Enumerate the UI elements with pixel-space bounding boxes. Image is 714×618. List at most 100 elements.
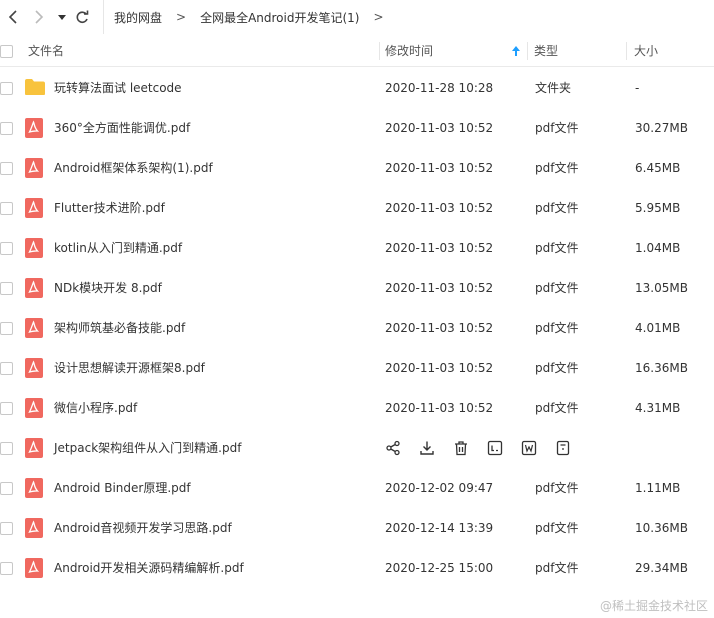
pdf-file-icon xyxy=(24,438,44,458)
modified-time: 2020-11-03 10:52 xyxy=(385,241,494,255)
file-type: pdf文件 xyxy=(535,281,579,295)
table-row[interactable]: Android框架体系架构(1).pdf 2020-11-03 10:52 pdf文… xyxy=(0,148,714,188)
column-header-modified[interactable]: 修改时间 xyxy=(385,36,433,66)
pdf-file-icon xyxy=(24,118,44,138)
column-divider[interactable] xyxy=(626,42,627,60)
row-checkbox[interactable] xyxy=(0,362,13,375)
file-name[interactable]: 设计思想解读开源框架8.pdf xyxy=(54,348,205,388)
file-type: 文件夹 xyxy=(535,81,572,95)
row-checkbox[interactable] xyxy=(0,322,13,335)
row-checkbox[interactable] xyxy=(0,122,13,135)
column-divider[interactable] xyxy=(527,42,528,60)
modified-time: 2020-11-03 10:52 xyxy=(385,161,494,175)
file-size: 4.01MB xyxy=(635,321,681,335)
row-checkbox[interactable] xyxy=(0,82,13,95)
select-all-checkbox[interactable] xyxy=(0,45,13,58)
file-size: 29.34MB xyxy=(635,561,688,575)
file-name[interactable]: Android开发相关源码精编解析.pdf xyxy=(54,548,244,588)
file-type: pdf文件 xyxy=(535,121,579,135)
file-name[interactable]: 玩转算法面试 leetcode xyxy=(54,68,182,108)
table-row[interactable]: Flutter技术进阶.pdf 2020-11-03 10:52 pdf文件 5.95… xyxy=(0,188,714,228)
breadcrumb-separator: > xyxy=(373,10,384,24)
file-name[interactable]: 架构师筑基必备技能.pdf xyxy=(54,308,185,348)
modified-time: 2020-12-02 09:47 xyxy=(385,481,494,495)
modified-time: 2020-11-03 10:52 xyxy=(385,361,494,375)
row-checkbox[interactable] xyxy=(0,442,13,455)
file-name[interactable]: Jetpack架构组件从入门到精通.pdf xyxy=(54,428,241,468)
table-row[interactable]: NDk模块开发 8.pdf 2020-11-03 10:52 pdf文件 13.05M… xyxy=(0,268,714,308)
file-type: pdf文件 xyxy=(535,481,579,495)
file-name[interactable]: Android框架体系架构(1).pdf xyxy=(54,148,213,188)
modified-time: 2020-12-25 15:00 xyxy=(385,561,494,575)
file-name[interactable]: Flutter技术进阶.pdf xyxy=(54,188,165,228)
arrow-up-icon[interactable] xyxy=(511,36,521,66)
delete-icon[interactable] xyxy=(453,440,469,456)
file-type: pdf文件 xyxy=(535,201,579,215)
column-header-size[interactable]: 大小 xyxy=(634,36,658,66)
column-header-name[interactable]: 文件名 xyxy=(28,36,64,66)
open-text-icon[interactable] xyxy=(487,440,503,456)
file-type: pdf文件 xyxy=(535,401,579,415)
table-row[interactable]: Android Binder原理.pdf 2020-12-02 09:47 pdf文… xyxy=(0,468,714,508)
file-size: 6.45MB xyxy=(635,161,681,175)
toolbar: 我的网盘 > 全网最全Android开发笔记(1) > xyxy=(0,0,714,34)
modified-time: 2020-11-03 10:52 xyxy=(385,281,494,295)
file-type: pdf文件 xyxy=(535,321,579,335)
more-icon[interactable] xyxy=(555,440,571,456)
table-row[interactable]: 架构师筑基必备技能.pdf 2020-11-03 10:52 pdf文件 4.01MB xyxy=(0,308,714,348)
watermark: @稀土掘金技术社区 xyxy=(599,599,708,613)
pdf-file-icon xyxy=(24,198,44,218)
share-icon[interactable] xyxy=(385,440,401,456)
caret-down-icon[interactable] xyxy=(56,6,68,28)
file-size: - xyxy=(635,81,640,95)
row-checkbox[interactable] xyxy=(0,162,13,175)
table-row[interactable]: Android音视频开发学习思路.pdf 2020-12-14 13:39 pdf文… xyxy=(0,508,714,548)
row-checkbox[interactable] xyxy=(0,402,13,415)
table-row[interactable]: Android开发相关源码精编解析.pdf 2020-12-25 15:00 pdf… xyxy=(0,548,714,588)
column-divider[interactable] xyxy=(379,42,380,60)
modified-time: 2020-11-03 10:52 xyxy=(385,321,494,335)
file-name[interactable]: Android Binder原理.pdf xyxy=(54,468,191,508)
file-size: 4.31MB xyxy=(635,401,681,415)
chevron-left-icon[interactable] xyxy=(6,6,20,28)
table-row[interactable]: 微信小程序.pdf 2020-11-03 10:52 pdf文件 4.31MB xyxy=(0,388,714,428)
folder-icon xyxy=(24,78,45,98)
file-type: pdf文件 xyxy=(535,241,579,255)
table-row[interactable]: kotlin从入门到精通.pdf 2020-11-03 10:52 pdf文件 1.0… xyxy=(0,228,714,268)
breadcrumb-item-current-folder[interactable]: 全网最全Android开发笔记(1) xyxy=(200,9,359,26)
pdf-file-icon xyxy=(24,398,44,418)
modified-time: 2020-11-03 10:52 xyxy=(385,401,494,415)
pdf-file-icon xyxy=(24,158,44,178)
file-size: 5.95MB xyxy=(635,201,681,215)
file-name[interactable]: 360°全方面性能调优.pdf xyxy=(54,108,190,148)
row-checkbox[interactable] xyxy=(0,562,13,575)
file-name[interactable]: kotlin从入门到精通.pdf xyxy=(54,228,182,268)
file-size: 30.27MB xyxy=(635,121,688,135)
row-checkbox[interactable] xyxy=(0,482,13,495)
refresh-icon[interactable] xyxy=(74,6,90,28)
row-checkbox[interactable] xyxy=(0,282,13,295)
file-type: pdf文件 xyxy=(535,161,579,175)
open-word-icon[interactable] xyxy=(521,440,537,456)
pdf-file-icon xyxy=(24,558,44,578)
file-type: pdf文件 xyxy=(535,561,579,575)
file-name[interactable]: NDk模块开发 8.pdf xyxy=(54,268,162,308)
file-name[interactable]: Android音视频开发学习思路.pdf xyxy=(54,508,232,548)
row-checkbox[interactable] xyxy=(0,522,13,535)
column-header-type[interactable]: 类型 xyxy=(534,36,558,66)
table-row[interactable]: 设计思想解读开源框架8.pdf 2020-11-03 10:52 pdf文件 16.3… xyxy=(0,348,714,388)
file-type: pdf文件 xyxy=(535,361,579,375)
pdf-file-icon xyxy=(24,478,44,498)
table-row[interactable]: Jetpack架构组件从入门到精通.pdf xyxy=(0,428,714,468)
pdf-file-icon xyxy=(24,518,44,538)
table-header: 文件名 修改时间 类型 大小 xyxy=(0,36,714,67)
row-checkbox[interactable] xyxy=(0,202,13,215)
table-row[interactable]: 玩转算法面试 leetcode 2020-11-28 10:28 文件夹 - xyxy=(0,68,714,108)
download-icon[interactable] xyxy=(419,440,435,456)
modified-time: 2020-11-28 10:28 xyxy=(385,81,494,95)
row-checkbox[interactable] xyxy=(0,242,13,255)
file-name[interactable]: 微信小程序.pdf xyxy=(54,388,137,428)
chevron-right-icon[interactable] xyxy=(32,6,46,28)
breadcrumb-item-my-drive[interactable]: 我的网盘 xyxy=(114,9,162,26)
table-row[interactable]: 360°全方面性能调优.pdf 2020-11-03 10:52 pdf文件 30.2… xyxy=(0,108,714,148)
